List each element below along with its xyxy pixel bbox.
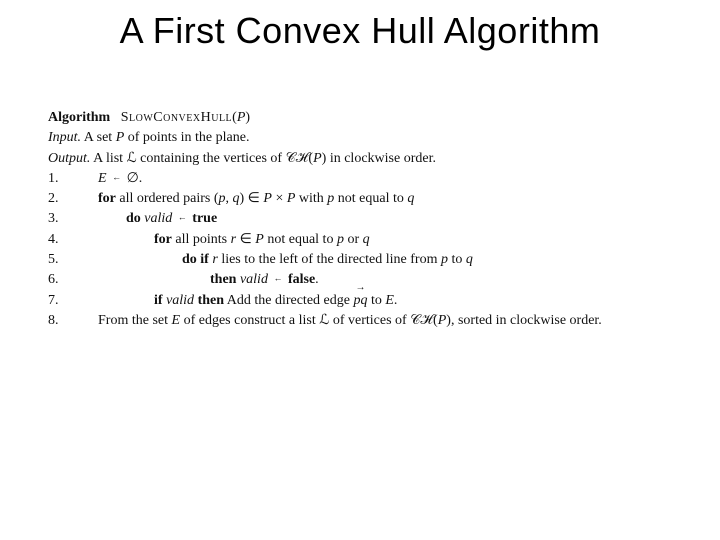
var-valid: valid: [166, 293, 194, 308]
algo-input: Input. A set P of points in the plane.: [48, 128, 680, 148]
algo-header: Algorithm SlowConvexHull(P): [48, 108, 680, 128]
kw-for: for: [98, 191, 116, 206]
dot: .: [394, 293, 398, 308]
dot: .: [315, 272, 319, 287]
kw-true: true: [192, 211, 217, 226]
var-p: p: [219, 191, 226, 206]
var-P: P: [313, 151, 322, 166]
paren-close: ): [245, 110, 250, 125]
arrow-icon: ←: [271, 272, 284, 285]
text: lies to the left of the directed line fr…: [218, 252, 441, 267]
kw-then: then: [198, 293, 224, 308]
var-P: P: [116, 130, 125, 145]
slide: A First Convex Hull Algorithm Algorithm …: [0, 0, 720, 540]
text: not equal to: [334, 191, 407, 206]
algo-output: Output. A list ℒ containing the vertices…: [48, 149, 680, 169]
emptyset: ∅: [127, 171, 139, 186]
label-input: Input.: [48, 130, 81, 145]
dot: .: [139, 171, 143, 186]
text: ) ∈: [240, 191, 264, 206]
text: of edges construct a list: [180, 313, 319, 328]
arrow-icon: ←: [176, 211, 189, 224]
text: in clockwise order.: [326, 151, 436, 166]
var-E: E: [98, 171, 107, 186]
text: From the set: [98, 313, 172, 328]
text: A list: [90, 151, 126, 166]
step-number: 6.: [48, 270, 76, 290]
var-pq-vector: pq: [353, 291, 367, 311]
step-number: 8.: [48, 311, 76, 331]
var-q: q: [233, 191, 240, 206]
slide-title: A First Convex Hull Algorithm: [0, 10, 720, 52]
var-P: P: [438, 313, 447, 328]
kw-do: do: [182, 252, 197, 267]
var-p: p: [337, 232, 344, 247]
algo-step-4: 4. for all points r ∈ P not equal to p o…: [48, 230, 680, 250]
var-P: P: [255, 232, 264, 247]
kw-false: false: [288, 272, 315, 287]
text: ×: [272, 191, 287, 206]
text: containing the vertices of: [137, 151, 286, 166]
var-L: ℒ: [127, 151, 137, 166]
text: , sorted in clockwise order.: [451, 313, 602, 328]
text: to: [448, 252, 466, 267]
text: to: [367, 293, 385, 308]
var-q: q: [466, 252, 473, 267]
text: all ordered pairs (: [116, 191, 219, 206]
algo-step-7: 7. if valid then Add the directed edge p…: [48, 291, 680, 311]
var-CH: 𝒞ℋ: [286, 151, 309, 166]
var-p: p: [441, 252, 448, 267]
algo-step-5: 5. do if r lies to the left of the direc…: [48, 250, 680, 270]
text: A set: [81, 130, 116, 145]
step-number: 1.: [48, 169, 76, 189]
algorithm-block: Algorithm SlowConvexHull(P) Input. A set…: [48, 108, 680, 331]
text: of vertices of: [329, 313, 410, 328]
text: not equal to: [264, 232, 337, 247]
var-valid: valid: [240, 272, 268, 287]
kw-then: then: [210, 272, 236, 287]
kw-do: do: [126, 211, 141, 226]
algo-name: SlowConvexHull: [121, 110, 232, 125]
kw-if: if: [200, 252, 209, 267]
algo-step-3: 3. do valid ← true: [48, 209, 680, 229]
step-number: 2.: [48, 189, 76, 209]
text: ∈: [236, 232, 255, 247]
var-valid: valid: [144, 211, 172, 226]
text: ,: [226, 191, 233, 206]
algo-step-1: 1. E ← ∅.: [48, 169, 680, 189]
step-number: 7.: [48, 291, 76, 311]
text: or: [344, 232, 363, 247]
algo-step-2: 2. for all ordered pairs (p, q) ∈ P × P …: [48, 189, 680, 209]
algo-step-8: 8. From the set E of edges construct a l…: [48, 311, 680, 331]
var-q: q: [363, 232, 370, 247]
var-L: ℒ: [319, 313, 329, 328]
var-P: P: [263, 191, 272, 206]
step-number: 4.: [48, 230, 76, 250]
kw-if: if: [154, 293, 163, 308]
kw-for: for: [154, 232, 172, 247]
text: all points: [172, 232, 231, 247]
var-CH: 𝒞ℋ: [410, 313, 433, 328]
label-algorithm: Algorithm: [48, 110, 110, 125]
step-number: 3.: [48, 209, 76, 229]
step-number: 5.: [48, 250, 76, 270]
var-E: E: [385, 293, 394, 308]
label-output: Output.: [48, 151, 90, 166]
text: with: [295, 191, 327, 206]
text: of points in the plane.: [124, 130, 249, 145]
var-q: q: [407, 191, 414, 206]
var-E: E: [172, 313, 181, 328]
text: Add the directed edge: [224, 293, 353, 308]
arrow-icon: ←: [110, 171, 123, 184]
